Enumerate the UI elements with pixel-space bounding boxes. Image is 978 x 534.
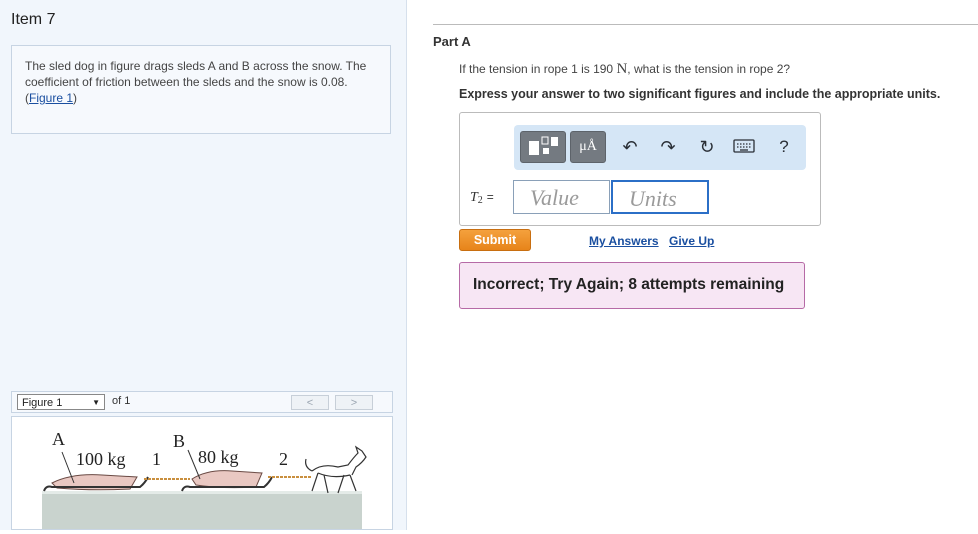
figure-panel: A 100 kg 1 B 80 kg 2 <box>11 416 393 530</box>
help-button[interactable]: ? <box>772 135 796 159</box>
item-title: Item 7 <box>11 11 56 28</box>
reset-icon[interactable]: ↻ <box>695 135 719 159</box>
label-rope-2: 2 <box>279 449 288 469</box>
figure-select-value: Figure 1 <box>22 397 63 409</box>
left-panel: Item 7 The sled dog in figure drags sled… <box>0 0 407 530</box>
answer-box: μÅ ↶ ↷ ↻ ? T2 = Value Units <box>459 112 821 226</box>
figure-nav-bar: Figure 1 ▼ of 1 < > <box>11 391 393 413</box>
question-unit: N <box>616 61 628 77</box>
templates-button[interactable] <box>520 131 566 163</box>
divider <box>433 24 978 25</box>
sled-dog-figure: A 100 kg 1 B 80 kg 2 <box>42 429 367 529</box>
give-up-link[interactable]: Give Up <box>669 234 714 248</box>
next-figure-button[interactable]: > <box>335 395 373 410</box>
question-post: , what is the tension in rope 2? <box>627 62 791 76</box>
problem-statement: The sled dog in figure drags sleds A and… <box>11 45 391 134</box>
label-rope-1: 1 <box>152 449 161 469</box>
figure-count: of 1 <box>112 395 131 407</box>
feedback-message: Incorrect; Try Again; 8 attempts remaini… <box>459 262 805 309</box>
value-input[interactable]: Value <box>513 180 610 214</box>
label-mass-a: 100 kg <box>76 449 126 469</box>
dropdown-arrow-icon: ▼ <box>92 398 100 407</box>
math-toolbar: μÅ ↶ ↷ ↻ ? <box>514 125 806 170</box>
templates-icon <box>529 136 558 155</box>
equals-sign: = <box>486 190 494 204</box>
instruction-text: Express your answer to two significant f… <box>459 87 941 101</box>
snow-surface <box>42 491 362 494</box>
figure-select[interactable]: Figure 1 ▼ <box>17 394 105 410</box>
figure-link[interactable]: Figure 1 <box>29 91 73 105</box>
keyboard-icon[interactable] <box>732 137 756 161</box>
units-input[interactable]: Units <box>611 180 709 214</box>
label-a: A <box>52 429 65 449</box>
label-b: B <box>173 431 185 451</box>
question-text: If the tension in rope 1 is 190 N, what … <box>459 61 790 78</box>
redo-icon[interactable]: ↷ <box>656 135 680 159</box>
question-pre: If the tension in rope 1 is 190 <box>459 62 614 76</box>
problem-text: The sled dog in figure drags sleds A and… <box>25 59 367 89</box>
units-symbol-button[interactable]: μÅ <box>570 131 606 163</box>
dog-icon <box>305 445 367 494</box>
part-label: Part A <box>433 34 471 49</box>
submit-button[interactable]: Submit <box>459 229 531 251</box>
variable-subscript: 2 <box>477 195 483 206</box>
snow-ground <box>42 493 362 529</box>
figure-link-close: ) <box>73 91 78 105</box>
undo-icon[interactable]: ↶ <box>618 135 642 159</box>
variable-label: T2 = <box>470 190 494 206</box>
label-mass-b: 80 kg <box>198 447 239 467</box>
my-answers-link[interactable]: My Answers <box>589 234 659 248</box>
variable-main: T <box>470 190 478 205</box>
prev-figure-button[interactable]: < <box>291 395 329 410</box>
